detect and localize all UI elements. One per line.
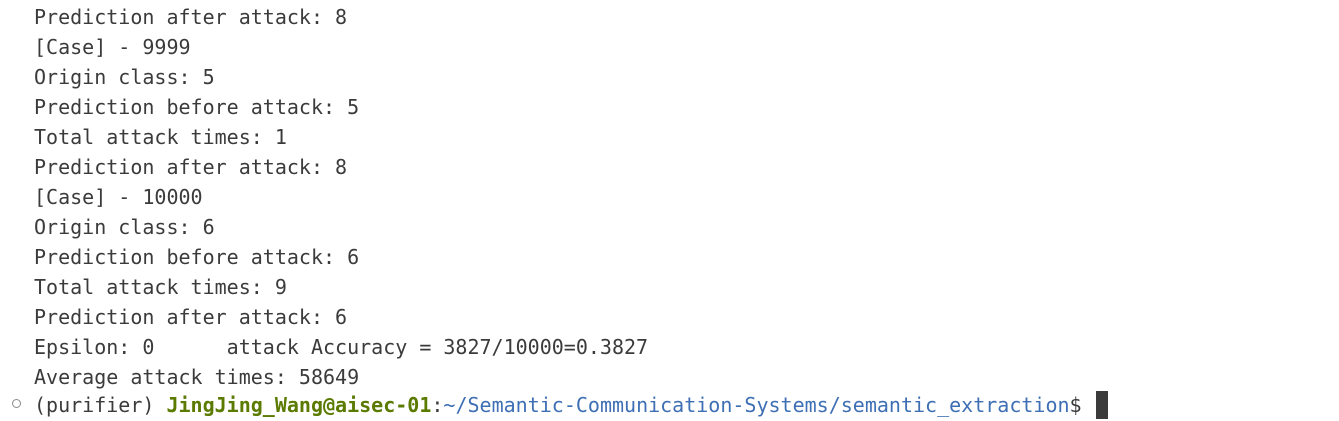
terminal-output[interactable]: Prediction after attack: 8 [Case] - 9999… bbox=[0, 0, 1339, 421]
prompt-path: ~/Semantic-Communication-Systems/semanti… bbox=[443, 393, 1070, 417]
output-line: Average attack times: 58649 bbox=[34, 365, 360, 389]
output-line: [Case] - 10000 bbox=[34, 185, 203, 209]
output-line: Origin class: 5 bbox=[34, 65, 215, 89]
output-line: [Case] - 9999 bbox=[34, 35, 191, 59]
shell-prompt[interactable]: (purifier) JingJing_Wang@aisec-01:~/Sema… bbox=[34, 390, 1108, 420]
output-line: Epsilon: 0 attack Accuracy = 3827/10000=… bbox=[34, 335, 649, 359]
prompt-separator: : bbox=[431, 393, 444, 417]
output-line: Total attack times: 1 bbox=[34, 125, 287, 149]
output-line: Prediction before attack: 6 bbox=[34, 245, 360, 269]
output-line: Prediction after attack: 6 bbox=[34, 305, 348, 329]
output-line: Total attack times: 9 bbox=[34, 275, 287, 299]
output-line: Origin class: 6 bbox=[34, 215, 215, 239]
output-line: Prediction after attack: 8 bbox=[34, 155, 348, 179]
output-line: Prediction before attack: 5 bbox=[34, 95, 360, 119]
prompt-user-host: JingJing_Wang@aisec-01 bbox=[166, 393, 432, 417]
text-cursor bbox=[1095, 390, 1108, 419]
command-status-circle-icon[interactable] bbox=[12, 399, 21, 408]
prompt-env: (purifier) bbox=[34, 393, 167, 417]
prompt-symbol: $ bbox=[1069, 393, 1082, 417]
output-line: Prediction after attack: 8 bbox=[34, 5, 348, 29]
